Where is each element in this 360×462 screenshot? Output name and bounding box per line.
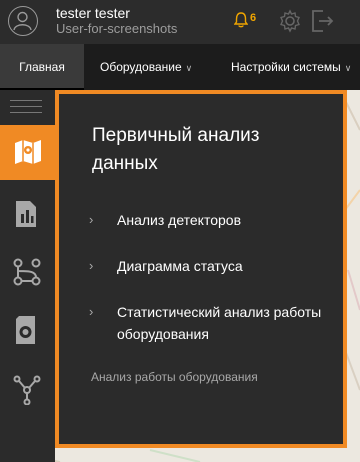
logout-icon[interactable]	[310, 8, 334, 39]
menu-item-label: Статистический анализ работы оборудовани…	[117, 304, 322, 342]
user-role: User-for-screenshots	[56, 21, 178, 36]
chevron-right-icon: ›	[89, 304, 94, 319]
sidebar-item-report[interactable]	[0, 187, 55, 242]
nav-equipment-label: Оборудование	[100, 60, 182, 74]
sidebar-item-process[interactable]	[0, 245, 55, 300]
notification-count[interactable]: 6	[250, 12, 256, 24]
gear-icon[interactable]	[278, 9, 302, 38]
panel-section-label[interactable]: Анализ работы оборудования	[91, 370, 258, 384]
sidebar	[0, 90, 55, 462]
avatar-icon[interactable]	[8, 6, 38, 36]
chevron-down-icon: ∨	[344, 63, 352, 73]
menu-item-label: Диаграмма статуса	[117, 258, 243, 274]
nav-settings[interactable]: Настройки системы ∨	[231, 44, 351, 90]
network-icon	[13, 375, 41, 405]
map-icon	[15, 140, 41, 164]
sidebar-item-map[interactable]	[0, 125, 55, 180]
panel-title: Первичный анализ данных	[92, 125, 260, 174]
sidebar-item-network[interactable]	[0, 362, 55, 417]
nav-settings-label: Настройки системы	[231, 60, 341, 74]
bell-icon[interactable]	[233, 12, 249, 33]
report-icon	[16, 201, 36, 227]
nav-equipment[interactable]: Оборудование ∨	[100, 44, 192, 90]
device-icon	[16, 316, 35, 344]
chevron-down-icon: ∨	[185, 63, 193, 73]
main-nav: Главная Оборудование ∨ Настройки системы ∨	[0, 44, 360, 90]
top-bar: tester tester User-for-screenshots 6	[0, 0, 360, 44]
analysis-menu-panel: Первичный анализ данных › Анализ детекто…	[55, 90, 347, 448]
menu-item-label: Анализ детекторов	[117, 212, 242, 228]
chevron-right-icon: ›	[89, 212, 94, 227]
menu-icon[interactable]	[10, 100, 42, 114]
nav-home-label: Главная	[19, 60, 65, 74]
chevron-right-icon: ›	[89, 258, 94, 273]
sidebar-item-device[interactable]	[0, 302, 55, 357]
nav-home[interactable]: Главная	[0, 44, 84, 90]
process-icon	[13, 258, 41, 286]
user-name: tester tester	[56, 5, 130, 21]
